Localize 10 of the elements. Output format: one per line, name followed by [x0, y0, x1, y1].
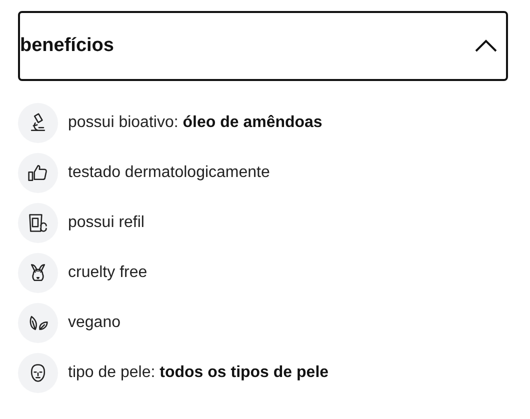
- accordion-header[interactable]: benefícios: [18, 11, 508, 81]
- benefit-text: vegano: [68, 314, 120, 332]
- benefit-text: tipo de pele: todos os tipos de pele: [68, 364, 329, 382]
- benefit-text: possui bioativo: óleo de amêndoas: [68, 114, 322, 132]
- refill-icon: [27, 212, 49, 234]
- benefit-text: possui refil: [68, 214, 144, 232]
- benefit-text: testado dermatologicamente: [68, 164, 270, 182]
- thumbs-up-icon: [27, 162, 49, 184]
- benefit-text: cruelty free: [68, 264, 148, 282]
- chevron-icon: [474, 39, 498, 53]
